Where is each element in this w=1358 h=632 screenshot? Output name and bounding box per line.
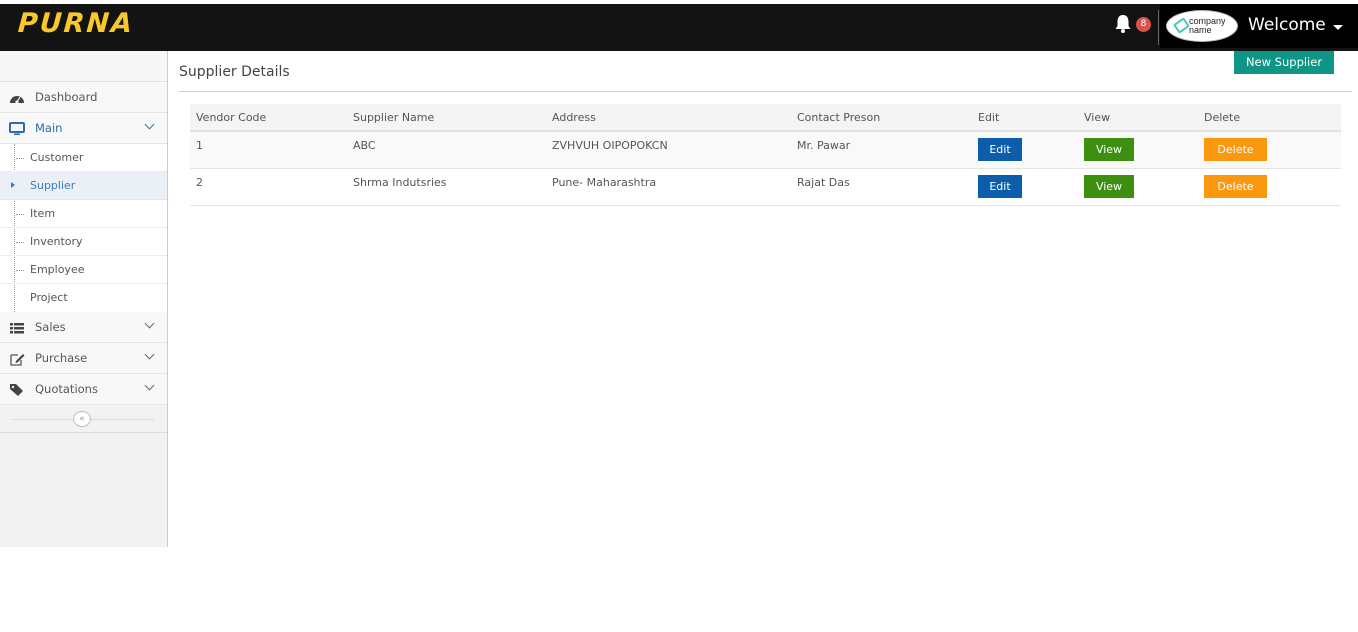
sidebar-item-purchase[interactable]: Purchase	[0, 343, 167, 374]
chevron-down-icon[interactable]	[145, 120, 155, 130]
app-logo[interactable]: PURNA	[17, 8, 135, 39]
submenu-item-label: Project	[30, 291, 68, 304]
cell-supplier-name: Shrma Indutsries	[347, 168, 546, 205]
welcome-label[interactable]: Welcome	[1248, 15, 1326, 35]
view-button[interactable]: View	[1084, 138, 1134, 161]
cell-edit: Edit	[972, 131, 1078, 168]
sidebar-item-label: Purchase	[35, 351, 87, 365]
submenu-item-label: Customer	[30, 151, 83, 164]
list-icon	[9, 321, 25, 335]
cell-delete: Delete	[1198, 131, 1341, 168]
submenu-item-label: Item	[30, 207, 55, 220]
view-button[interactable]: View	[1084, 175, 1134, 198]
table-row: 1 ABC ZVHVUH OIPOPOKCN Mr. Pawar Edit Vi…	[190, 131, 1341, 168]
header-delete: Delete	[1198, 104, 1341, 131]
header-view: View	[1078, 104, 1198, 131]
cell-supplier-name: ABC	[347, 131, 546, 168]
edit-icon	[9, 352, 25, 366]
submenu-item-label: Inventory	[30, 235, 83, 248]
submenu-item-supplier[interactable]: Supplier	[0, 172, 167, 200]
caret-down-icon[interactable]	[1333, 25, 1343, 30]
cell-address: Pune- Maharashtra	[546, 168, 791, 205]
new-supplier-button[interactable]: New Supplier	[1234, 51, 1334, 74]
tag-icon	[9, 383, 25, 397]
dashboard-icon	[9, 91, 25, 105]
submenu-item-label: Supplier	[30, 179, 75, 192]
tree-connector	[16, 214, 24, 215]
navbar	[0, 4, 1358, 51]
table-row: 2 Shrma Indutsries Pune- Maharashtra Raj…	[190, 168, 1341, 205]
tree-connector	[16, 270, 24, 271]
cell-delete: Delete	[1198, 168, 1341, 205]
cell-contact: Rajat Das	[791, 168, 972, 205]
cell-address: ZVHVUH OIPOPOKCN	[546, 131, 791, 168]
edit-button[interactable]: Edit	[978, 175, 1022, 198]
sidebar-item-label: Sales	[35, 320, 66, 334]
cell-contact: Mr. Pawar	[791, 131, 972, 168]
cell-vendor-code: 1	[190, 131, 347, 168]
cell-view: View	[1078, 131, 1198, 168]
chevron-down-icon[interactable]	[145, 350, 155, 360]
page-title: Supplier Details	[179, 64, 290, 80]
submenu-item-label: Employee	[30, 263, 84, 276]
edit-button[interactable]: Edit	[978, 138, 1022, 161]
company-logo-text: company name	[1189, 17, 1226, 35]
chevron-down-icon[interactable]	[145, 381, 155, 391]
header-supplier-name: Supplier Name	[347, 104, 546, 131]
header-vendor-code: Vendor Code	[190, 104, 347, 131]
submenu-item-customer[interactable]: Customer	[0, 144, 167, 172]
sidebar-item-quotations[interactable]: Quotations	[0, 374, 167, 405]
collapse-sidebar-icon[interactable]: «	[73, 411, 91, 427]
caret-right-icon	[11, 182, 15, 188]
sidebar-collapse-row: «	[0, 405, 167, 433]
tree-connector	[16, 158, 24, 159]
tree-connector	[16, 242, 24, 243]
cell-vendor-code: 2	[190, 168, 347, 205]
sidebar-item-label: Main	[35, 121, 62, 135]
sidebar-item-sales[interactable]: Sales	[0, 312, 167, 343]
notification-badge: 8	[1136, 17, 1151, 32]
cell-edit: Edit	[972, 168, 1078, 205]
table-header-row: Vendor Code Supplier Name Address Contac…	[190, 104, 1341, 131]
submenu-item-inventory[interactable]: Inventory	[0, 228, 167, 256]
sidebar-item-main[interactable]: Main	[0, 113, 167, 144]
sidebar-item-label: Dashboard	[35, 90, 97, 104]
sidebar-item-dashboard[interactable]: Dashboard	[0, 82, 167, 113]
bell-icon[interactable]	[1114, 14, 1132, 34]
sidebar-top	[0, 51, 167, 82]
main-submenu: Customer Supplier Item Inventory Employe…	[0, 144, 167, 312]
delete-button[interactable]: Delete	[1204, 138, 1267, 161]
submenu-item-employee[interactable]: Employee	[0, 256, 167, 284]
header-contact-person: Contact Preson	[791, 104, 972, 131]
sidebar: Dashboard Main Customer Supplier Item In…	[0, 51, 168, 547]
submenu-item-item[interactable]: Item	[0, 200, 167, 228]
sidebar-item-label: Quotations	[35, 382, 98, 396]
chevron-down-icon[interactable]	[145, 319, 155, 329]
company-logo: company name	[1166, 10, 1238, 42]
header-edit: Edit	[972, 104, 1078, 131]
supplier-table: Vendor Code Supplier Name Address Contac…	[190, 104, 1341, 206]
monitor-icon	[9, 122, 25, 136]
submenu-item-project[interactable]: Project	[0, 284, 167, 312]
cell-view: View	[1078, 168, 1198, 205]
title-divider	[179, 91, 1352, 92]
header-address: Address	[546, 104, 791, 131]
tag-icon	[1173, 17, 1190, 33]
company-logo-line2: name	[1189, 25, 1212, 35]
navbar-divider	[1158, 10, 1159, 45]
delete-button[interactable]: Delete	[1204, 175, 1267, 198]
